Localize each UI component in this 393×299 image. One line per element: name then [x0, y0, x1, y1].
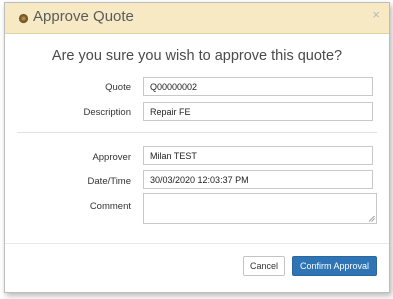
approve-quote-dialog: Approve Quote × Are you sure you wish to…: [4, 2, 390, 293]
approver-field[interactable]: Milan TEST: [143, 146, 373, 165]
resize-grip-icon[interactable]: [368, 215, 375, 222]
dialog-title: Approve Quote: [33, 8, 134, 25]
footer-divider: [5, 243, 389, 244]
description-label: Description: [83, 107, 131, 118]
datetime-field[interactable]: 30/03/2020 12:03:37 PM: [143, 170, 373, 189]
dialog-header: Approve Quote ×: [5, 3, 389, 34]
confirmation-question: Are you sure you wish to approve this qu…: [51, 48, 343, 64]
quote-label: Quote: [105, 82, 131, 93]
quote-field[interactable]: Q00000002: [143, 77, 373, 96]
approver-label: Approver: [92, 152, 131, 163]
description-field[interactable]: Repair FE: [143, 102, 373, 121]
circle-icon: [18, 13, 29, 24]
cancel-button[interactable]: Cancel: [243, 256, 285, 276]
close-icon[interactable]: ×: [372, 7, 380, 22]
comment-label: Comment: [89, 201, 131, 212]
datetime-label: Date/Time: [87, 176, 131, 187]
section-divider: [17, 132, 377, 133]
comment-textarea[interactable]: [143, 193, 377, 224]
confirm-approval-button[interactable]: Confirm Approval: [292, 256, 377, 276]
